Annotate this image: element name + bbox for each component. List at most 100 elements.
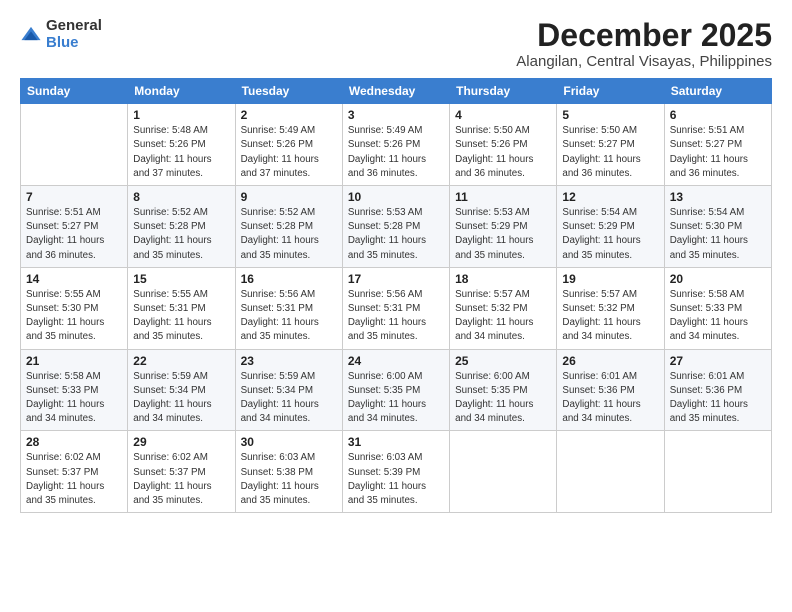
day-info: Sunrise: 5:49 AMSunset: 5:26 PMDaylight:… [241, 124, 337, 181]
calendar-cell: 31 Sunrise: 6:03 AMSunset: 5:39 PMDayligh… [342, 431, 449, 513]
day-info: Sunrise: 5:58 AMSunset: 5:33 PMDaylight:… [670, 288, 766, 345]
day-number: 5 [562, 108, 658, 122]
day-number: 10 [348, 190, 444, 204]
calendar-cell: 18Sunrise: 5:57 AMSunset: 5:32 PMDayligh… [450, 267, 557, 349]
day-info: Sunrise: 5:53 AMSunset: 5:29 PMDaylight:… [455, 206, 551, 263]
day-number: 7 [26, 190, 122, 204]
day-info: Sunrise: 5:56 AMSunset: 5:31 PMDaylight:… [348, 288, 444, 345]
day-info: Sunrise: 5:49 AMSunset: 5:26 PMDaylight:… [348, 124, 444, 181]
day-number: 17 [348, 272, 444, 286]
calendar-table: SundayMondayTuesdayWednesdayThursdayFrid… [20, 78, 772, 513]
day-number: 16 [241, 272, 337, 286]
day-info: Sunrise: 5:52 AMSunset: 5:28 PMDaylight:… [133, 206, 229, 263]
calendar-week-4: 21Sunrise: 5:58 AMSunset: 5:33 PMDayligh… [21, 349, 772, 431]
day-number: 3 [348, 108, 444, 122]
calendar-subtitle: Alangilan, Central Visayas, Philippines [516, 53, 772, 70]
calendar-cell [21, 104, 128, 186]
day-number: 28 [26, 435, 122, 449]
calendar-cell: 11 Sunrise: 5:53 AMSunset: 5:29 PMDayligh… [450, 186, 557, 268]
calendar-week-2: 7 Sunrise: 5:51 AMSunset: 5:27 PMDaylight… [21, 186, 772, 268]
weekday-header-row: SundayMondayTuesdayWednesdayThursdayFrid… [21, 79, 772, 104]
day-number: 15 [133, 272, 229, 286]
day-info: Sunrise: 5:50 AMSunset: 5:27 PMDaylight:… [562, 124, 658, 181]
calendar-week-5: 28 Sunrise: 6:02 AMSunset: 5:37 PMDayligh… [21, 431, 772, 513]
logo-icon [20, 24, 42, 46]
calendar-cell: 1 Sunrise: 5:48 AMSunset: 5:26 PMDaylight… [128, 104, 235, 186]
calendar-cell: 23Sunrise: 5:59 AMSunset: 5:34 PMDayligh… [235, 349, 342, 431]
day-info: Sunrise: 5:50 AMSunset: 5:26 PMDaylight:… [455, 124, 551, 181]
day-number: 14 [26, 272, 122, 286]
day-info: Sunrise: 5:51 AMSunset: 5:27 PMDaylight:… [670, 124, 766, 181]
calendar-cell: 6 Sunrise: 5:51 AMSunset: 5:27 PMDaylight… [664, 104, 771, 186]
day-info: Sunrise: 5:58 AMSunset: 5:33 PMDaylight:… [26, 370, 122, 427]
header: General Blue December 2025 Alangilan, Ce… [20, 18, 772, 70]
day-number: 30 [241, 435, 337, 449]
day-info: Sunrise: 6:01 AMSunset: 5:36 PMDaylight:… [562, 370, 658, 427]
day-number: 25 [455, 354, 551, 368]
day-number: 31 [348, 435, 444, 449]
day-info: Sunrise: 5:52 AMSunset: 5:28 PMDaylight:… [241, 206, 337, 263]
day-info: Sunrise: 5:57 AMSunset: 5:32 PMDaylight:… [455, 288, 551, 345]
weekday-header-saturday: Saturday [664, 79, 771, 104]
calendar-cell [664, 431, 771, 513]
calendar-cell: 13Sunrise: 5:54 AMSunset: 5:30 PMDayligh… [664, 186, 771, 268]
calendar-cell: 15 Sunrise: 5:55 AMSunset: 5:31 PMDayligh… [128, 267, 235, 349]
day-info: Sunrise: 5:54 AMSunset: 5:29 PMDaylight:… [562, 206, 658, 263]
day-number: 6 [670, 108, 766, 122]
day-info: Sunrise: 6:03 AMSunset: 5:39 PMDaylight:… [348, 451, 444, 508]
day-number: 24 [348, 354, 444, 368]
day-number: 8 [133, 190, 229, 204]
calendar-cell: 14Sunrise: 5:55 AMSunset: 5:30 PMDayligh… [21, 267, 128, 349]
calendar-week-3: 14Sunrise: 5:55 AMSunset: 5:30 PMDayligh… [21, 267, 772, 349]
day-info: Sunrise: 6:02 AMSunset: 5:37 PMDaylight:… [26, 451, 122, 508]
calendar-cell: 27 Sunrise: 6:01 AMSunset: 5:36 PMDayligh… [664, 349, 771, 431]
calendar-cell [557, 431, 664, 513]
day-number: 12 [562, 190, 658, 204]
day-number: 13 [670, 190, 766, 204]
day-number: 22 [133, 354, 229, 368]
calendar-cell: 19Sunrise: 5:57 AMSunset: 5:32 PMDayligh… [557, 267, 664, 349]
weekday-header-monday: Monday [128, 79, 235, 104]
day-number: 9 [241, 190, 337, 204]
day-info: Sunrise: 5:55 AMSunset: 5:31 PMDaylight:… [133, 288, 229, 345]
day-number: 4 [455, 108, 551, 122]
day-number: 11 [455, 190, 551, 204]
day-number: 29 [133, 435, 229, 449]
day-info: Sunrise: 6:03 AMSunset: 5:38 PMDaylight:… [241, 451, 337, 508]
day-info: Sunrise: 5:48 AMSunset: 5:26 PMDaylight:… [133, 124, 229, 181]
calendar-cell: 20 Sunrise: 5:58 AMSunset: 5:33 PMDayligh… [664, 267, 771, 349]
logo-blue: Blue [46, 35, 102, 52]
calendar-cell: 2 Sunrise: 5:49 AMSunset: 5:26 PMDaylight… [235, 104, 342, 186]
day-number: 2 [241, 108, 337, 122]
calendar-cell: 30 Sunrise: 6:03 AMSunset: 5:38 PMDayligh… [235, 431, 342, 513]
calendar-cell: 29 Sunrise: 6:02 AMSunset: 5:37 PMDayligh… [128, 431, 235, 513]
day-info: Sunrise: 5:57 AMSunset: 5:32 PMDaylight:… [562, 288, 658, 345]
day-number: 20 [670, 272, 766, 286]
calendar-cell: 4 Sunrise: 5:50 AMSunset: 5:26 PMDaylight… [450, 104, 557, 186]
calendar-week-1: 1 Sunrise: 5:48 AMSunset: 5:26 PMDaylight… [21, 104, 772, 186]
day-info: Sunrise: 6:02 AMSunset: 5:37 PMDaylight:… [133, 451, 229, 508]
logo-general: General [46, 18, 102, 35]
calendar-cell: 12 Sunrise: 5:54 AMSunset: 5:29 PMDayligh… [557, 186, 664, 268]
day-number: 27 [670, 354, 766, 368]
day-info: Sunrise: 6:01 AMSunset: 5:36 PMDaylight:… [670, 370, 766, 427]
day-info: Sunrise: 6:00 AMSunset: 5:35 PMDaylight:… [348, 370, 444, 427]
calendar-cell: 24 Sunrise: 6:00 AMSunset: 5:35 PMDayligh… [342, 349, 449, 431]
calendar-cell: 17 Sunrise: 5:56 AMSunset: 5:31 PMDayligh… [342, 267, 449, 349]
day-info: Sunrise: 5:51 AMSunset: 5:27 PMDaylight:… [26, 206, 122, 263]
calendar-cell [450, 431, 557, 513]
weekday-header-wednesday: Wednesday [342, 79, 449, 104]
calendar-cell: 21Sunrise: 5:58 AMSunset: 5:33 PMDayligh… [21, 349, 128, 431]
calendar-cell: 25Sunrise: 6:00 AMSunset: 5:35 PMDayligh… [450, 349, 557, 431]
day-number: 26 [562, 354, 658, 368]
calendar-cell: 9 Sunrise: 5:52 AMSunset: 5:28 PMDaylight… [235, 186, 342, 268]
calendar-cell: 16Sunrise: 5:56 AMSunset: 5:31 PMDayligh… [235, 267, 342, 349]
day-number: 1 [133, 108, 229, 122]
calendar-cell: 28 Sunrise: 6:02 AMSunset: 5:37 PMDayligh… [21, 431, 128, 513]
calendar-title: December 2025 [516, 18, 772, 53]
calendar-cell: 7 Sunrise: 5:51 AMSunset: 5:27 PMDaylight… [21, 186, 128, 268]
calendar-cell: 22Sunrise: 5:59 AMSunset: 5:34 PMDayligh… [128, 349, 235, 431]
calendar-cell: 8 Sunrise: 5:52 AMSunset: 5:28 PMDaylight… [128, 186, 235, 268]
title-block: December 2025 Alangilan, Central Visayas… [516, 18, 772, 70]
day-info: Sunrise: 5:59 AMSunset: 5:34 PMDaylight:… [241, 370, 337, 427]
